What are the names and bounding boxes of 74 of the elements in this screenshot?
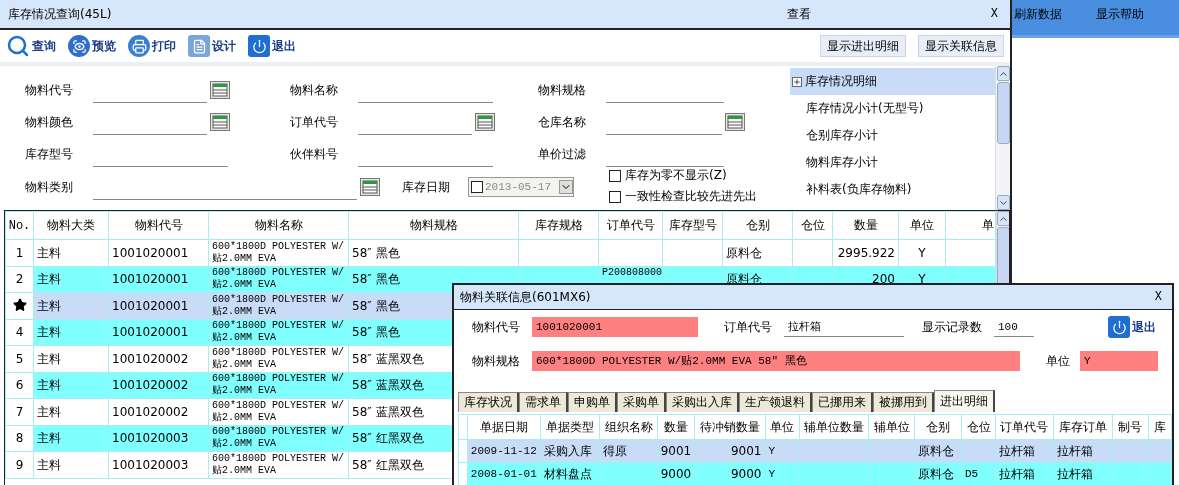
table-cell: Y — [765, 439, 800, 463]
filter-label: 物料颜色 — [25, 113, 74, 131]
row-number: 8 — [5, 425, 34, 452]
field-label: 物料代号 — [472, 318, 521, 336]
table-cell: 1001020003 — [108, 425, 209, 452]
table-cell: 1001020001 — [108, 319, 209, 346]
filter-label: 库存日期 — [402, 178, 451, 196]
field-label: 订单代号 — [724, 318, 773, 336]
table-cell: 600*1800D POLYESTER W/贴2.0MM EVA — [208, 292, 349, 319]
table-cell: 拉杆箱 — [995, 439, 1054, 463]
table-cell: 原料仓 — [722, 239, 793, 266]
table-cell: 600*1800D POLYESTER W/贴2.0MM EVA — [208, 319, 349, 346]
report-name: 库存情况小计(无型号) — [806, 100, 924, 117]
table-cell: 主料 — [33, 292, 109, 319]
table-cell: 1001020001 — [108, 239, 209, 266]
filter-label: 伙伴料号 — [290, 145, 339, 163]
table-cell: 1001020002 — [108, 398, 209, 425]
table-cell: 1001020002 — [108, 345, 209, 372]
table-cell: 主料 — [33, 372, 109, 399]
table-cell: 9001 — [694, 439, 765, 463]
window-title: 库存情况查询(45L) — [8, 5, 112, 23]
table-cell: 600*1800D POLYESTER W/贴2.0MM EVA — [208, 425, 349, 452]
table-cell: 主料 — [33, 425, 109, 452]
table-cell: 1001020002 — [108, 372, 209, 399]
filter-label: 物料代号 — [25, 81, 74, 99]
table-cell: 58″ 黑色 — [348, 239, 519, 266]
filter-label: 库存型号 — [25, 145, 74, 163]
report-name: 补料表(负库存物料) — [806, 181, 912, 198]
table-cell: 1001020003 — [108, 451, 209, 478]
report-name: 库存情况明细 — [805, 73, 877, 90]
row-number: 5 — [5, 345, 34, 372]
table-cell: 600*1800D POLYESTER W/贴2.0MM EVA — [208, 398, 349, 425]
row-number: 7 — [5, 398, 34, 425]
table-cell: 600*1800D POLYESTER W/贴2.0MM EVA — [208, 372, 349, 399]
table-cell: 采购入库 — [540, 439, 600, 463]
field-label: 显示记录数 — [922, 318, 983, 336]
checkbox-label: 库存为零不显示(Z) — [625, 167, 727, 184]
report-name: 仓别库存小计 — [806, 127, 878, 144]
filter-label: 订单代号 — [290, 113, 339, 131]
table-cell: 原料仓 — [914, 439, 962, 463]
table-cell: 600*1800D POLYESTER W/贴2.0MM EVA — [208, 345, 349, 372]
row-number: 2 — [5, 266, 34, 293]
table-cell: 2995.922 — [832, 239, 899, 266]
table-cell: 600*1800D POLYESTER W/贴2.0MM EVA — [208, 239, 349, 266]
table-cell: 1001020001 — [108, 292, 209, 319]
table-cell: 1001020001 — [108, 266, 209, 293]
table-cell: 得原 — [599, 439, 658, 463]
table-cell: 主料 — [33, 345, 109, 372]
table-cell: 2009-11-12 — [467, 439, 541, 463]
row-number: 1 — [5, 239, 34, 266]
table-cell: Y — [898, 239, 946, 266]
view-title: 查看 — [786, 5, 812, 23]
table-cell: 主料 — [33, 266, 109, 293]
row-number: 9 — [5, 451, 34, 478]
field-label: 物料规格 — [472, 352, 521, 370]
field-label: 单位 — [1046, 352, 1071, 370]
filter-label: 物料名称 — [290, 81, 339, 99]
report-name: 物料库存小计 — [806, 154, 878, 171]
row-number: 4 — [5, 319, 34, 346]
filter-label: 仓库名称 — [538, 113, 587, 131]
filter-label: 物料类别 — [25, 178, 74, 196]
table-cell: 主料 — [33, 398, 109, 425]
table-cell: 600*1800D POLYESTER W/贴2.0MM EVA — [208, 451, 349, 478]
table-cell: 主料 — [33, 319, 109, 346]
table-cell: 主料 — [33, 239, 109, 266]
date-value: 2013-05-17 — [485, 181, 552, 193]
checkbox-label: 一致性检查比较先进先出 — [625, 188, 757, 205]
table-cell: 拉杆箱 — [1053, 439, 1113, 463]
filter-label: 单价过滤 — [538, 145, 587, 163]
table-cell: 600*1800D POLYESTER W/贴2.0MM EVA — [208, 266, 349, 293]
row-number: 6 — [5, 372, 34, 399]
filter-label: 物料规格 — [538, 81, 587, 99]
table-cell: 主料 — [33, 451, 109, 478]
table-cell: 9001 — [657, 439, 695, 463]
